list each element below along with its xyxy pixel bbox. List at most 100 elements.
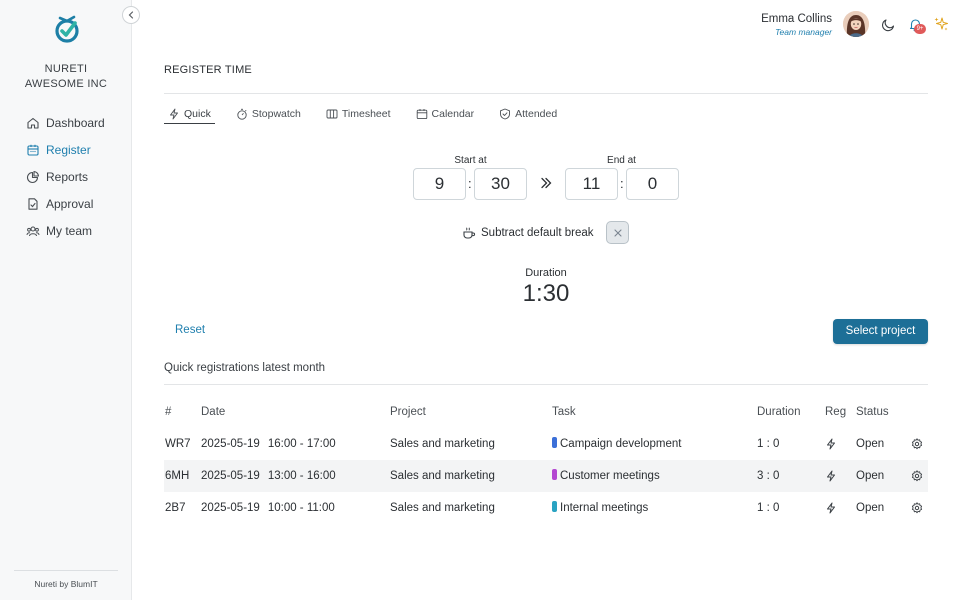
subtract-break-toggle[interactable] [606, 221, 629, 244]
row-date: 2025-05-19 16:00 - 17:00 [201, 428, 336, 460]
sidebar-item-label: Approval [46, 196, 94, 211]
table-row[interactable]: WR7 2025-05-19 16:00 - 17:00 Sales and ma… [164, 428, 928, 460]
sidebar-footer: Nureti by BlumIT [14, 570, 118, 589]
org-company: AWESOME INC [24, 78, 108, 90]
gear-icon[interactable] [911, 428, 923, 460]
tab-label: Attended [515, 108, 558, 120]
row-duration: 1 : 0 [757, 438, 780, 450]
row-project: Sales and marketing [390, 438, 495, 450]
row-duration: 3 : 0 [757, 470, 780, 482]
tab-stopwatch[interactable]: Stopwatch [232, 104, 305, 124]
header-reg: Reg [825, 406, 847, 418]
row-task-label: Customer meetings [560, 470, 660, 482]
chevron-left-icon [128, 11, 134, 19]
registrations-table: # Date Project Task Duration Reg Status … [164, 396, 928, 524]
tab-label: Quick [184, 107, 211, 120]
duration-value: 1:30 [522, 280, 570, 307]
user-info[interactable]: Emma Collins Team manager [761, 12, 832, 38]
row-date: 2025-05-19 10:00 - 11:00 [201, 492, 335, 524]
tab-calendar[interactable]: Calendar [412, 104, 479, 124]
start-at-label: Start at [454, 155, 487, 166]
user-role: Team manager [775, 27, 832, 37]
avatar-image [843, 11, 869, 37]
row-status: Open [856, 502, 885, 514]
sidebar-item-dashboard[interactable]: Dashboard [26, 110, 130, 137]
row-project: Sales and marketing [390, 502, 495, 514]
select-project-button[interactable]: Select project [833, 319, 928, 344]
page-title: REGISTER TIME [164, 64, 252, 76]
header-id: # [165, 406, 172, 418]
sidebar-item-approval[interactable]: Approval [26, 190, 130, 217]
end-minute-input[interactable]: 0 [626, 168, 679, 200]
end-at-label: End at [607, 155, 636, 166]
gear-icon[interactable] [911, 460, 923, 492]
table-row[interactable]: 6MH 2025-05-19 13:00 - 16:00 Sales and ma… [164, 460, 928, 492]
table-header: # Date Project Task Duration Reg Status [164, 396, 928, 428]
row-status: Open [856, 470, 885, 482]
header-task: Task [552, 406, 576, 418]
task-color-dot [552, 469, 557, 480]
sidebar-item-label: My team [46, 223, 93, 238]
register-tabs: Quick Stopwatch Timesheet Calendar Atten… [164, 104, 578, 126]
start-colon: : [468, 176, 472, 191]
row-time-range: 13:00 - 16:00 [267, 470, 336, 482]
sidebar-item-register[interactable]: Register [26, 137, 130, 164]
row-duration: 1 : 0 [757, 502, 780, 514]
row-time-range: 16:00 - 17:00 [267, 438, 336, 450]
table-row[interactable]: 2B7 2025-05-19 10:00 - 11:00 Sales and ma… [164, 492, 928, 524]
home-icon [26, 116, 40, 130]
coffee-icon [462, 226, 476, 240]
tab-quick[interactable]: Quick [164, 104, 215, 124]
notification-badge: 9+ [914, 24, 926, 34]
start-minute-input[interactable]: 30 [474, 168, 527, 200]
row-id: 2B7 [165, 502, 186, 514]
tab-label: Stopwatch [251, 108, 301, 120]
nureti-logo [55, 15, 79, 43]
header-date: Date [201, 406, 226, 418]
lightning-icon [825, 492, 837, 524]
row-task: Customer meetings [552, 460, 660, 492]
subtract-break-row: Subtract default break [462, 222, 594, 244]
task-color-dot [552, 501, 557, 512]
tab-label: Timesheet [341, 108, 391, 120]
ai-assistant-button[interactable] [932, 15, 950, 33]
gear-icon[interactable] [911, 492, 923, 524]
calendar-icon [26, 143, 40, 157]
tab-timesheet[interactable]: Timesheet [322, 104, 395, 124]
collapse-sidebar-button[interactable] [122, 6, 140, 24]
sidebar: NURETI AWESOME INC Dashboard Register Re… [0, 0, 132, 600]
tab-label: Calendar [431, 108, 475, 120]
shield-check-icon [499, 108, 511, 120]
tab-attended[interactable]: Attended [495, 104, 561, 124]
section-divider [164, 384, 928, 385]
avatar[interactable] [843, 11, 869, 37]
sparkles-icon [934, 17, 948, 31]
lightning-icon [168, 108, 180, 120]
lightning-icon [825, 460, 837, 492]
section-title: Quick registrations latest month [164, 362, 326, 374]
team-icon [26, 224, 40, 238]
start-hour-input[interactable]: 9 [413, 168, 466, 200]
header-duration: Duration [757, 406, 801, 418]
row-date: 2025-05-19 13:00 - 16:00 [201, 460, 336, 492]
row-date-value: 2025-05-19 [201, 438, 260, 450]
title-divider [164, 93, 928, 94]
timesheet-icon [326, 108, 338, 120]
row-id: 6MH [165, 470, 190, 482]
end-hour-input[interactable]: 11 [565, 168, 618, 200]
document-check-icon [26, 197, 40, 211]
row-task-label: Internal meetings [560, 502, 649, 514]
reset-button[interactable]: Reset [175, 324, 205, 336]
dark-mode-toggle[interactable] [879, 15, 897, 33]
close-icon [613, 228, 622, 237]
pie-chart-icon [26, 170, 40, 184]
sidebar-item-reports[interactable]: Reports [26, 164, 130, 191]
row-date-value: 2025-05-19 [201, 502, 260, 514]
stopwatch-icon [236, 108, 248, 120]
header-project: Project [390, 406, 426, 418]
row-task-label: Campaign development [560, 438, 682, 450]
org-name: NURETI [44, 63, 88, 75]
moon-icon [881, 18, 894, 31]
sidebar-item-my-team[interactable]: My team [26, 217, 130, 244]
double-chevron-right-icon [541, 177, 552, 189]
